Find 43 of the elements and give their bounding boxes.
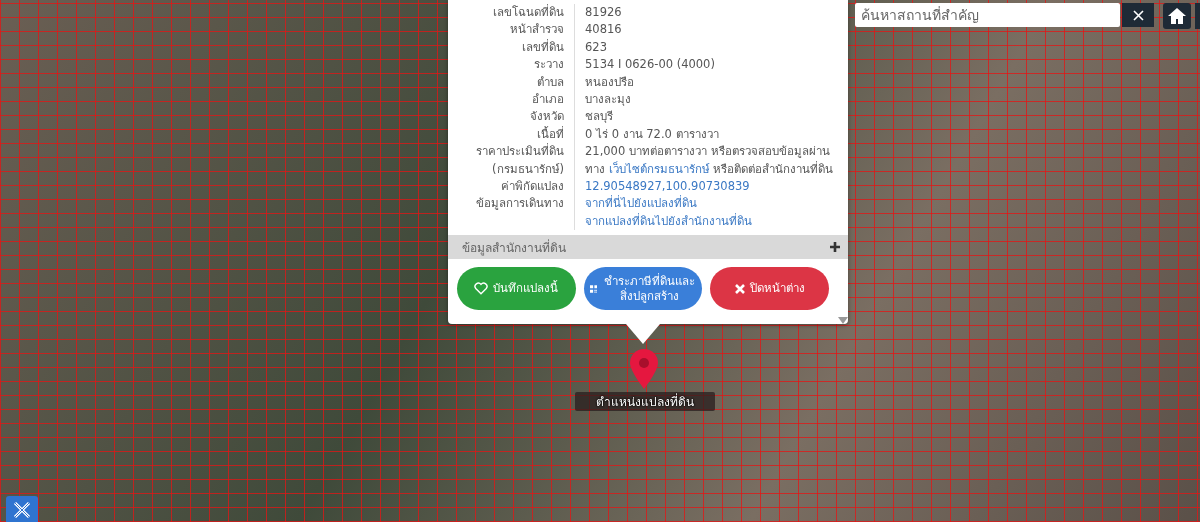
search-field[interactable]: ค้นหาสถานที่สำคัญ [855, 3, 1120, 27]
field-value: 21,000 บาทต่อตารางวา หรือตรวจสอบข้อมูลผ่าน ทาง เว็บไซต์กรมธนารักษ์ หรือติดต่อสำนักงานที่ดิน [585, 143, 835, 178]
heart-icon [474, 282, 489, 296]
close-icon [1132, 9, 1144, 21]
field-label: หน้าสำรวจ [448, 21, 575, 39]
map-tile[interactable] [0, 0, 1200, 522]
info-link[interactable]: 12.90548927,100.90730839 [585, 178, 842, 196]
field-label: เลขโฉนดที่ดิน [448, 4, 575, 22]
qr-code-icon [589, 282, 598, 295]
measure-tool-button[interactable] [6, 496, 38, 522]
scroll-down-icon[interactable] [838, 317, 848, 324]
info-link[interactable]: จากที่นี่ไปยังแปลงที่ดิน [585, 195, 842, 213]
field-value: บางละมุง [585, 91, 632, 109]
field-label: เนื้อที่ [448, 125, 575, 144]
field-label: ค่าพิกัดแปลง [448, 178, 575, 196]
pay-button[interactable]: ชำระภาษีที่ดินและสิ่งปลูกสร้าง [583, 267, 703, 311]
close-button[interactable]: ปิดหน้าต่าง [710, 267, 829, 311]
home-button[interactable] [1163, 3, 1191, 29]
field-value: 5134 I 0626-00 (4000) [585, 56, 716, 74]
field-label: อำเภอ [448, 91, 575, 109]
field-value: 40816 [585, 21, 623, 39]
section-title: ข้อมูลสำนักงานที่ดิน [462, 238, 566, 257]
field-label: เลขที่ดิน [448, 38, 575, 57]
home-icon [1168, 7, 1186, 25]
field-label: ระวาง [448, 56, 575, 74]
field-label: จังหวัด [448, 108, 575, 126]
section-header[interactable]: ข้อมูลสำนักงานที่ดิน [448, 235, 848, 260]
field-label: ข้อมูลการเดินทาง [448, 195, 575, 231]
info-link[interactable]: เว็บไซต์กรมธนารักษ์ [608, 161, 710, 176]
close-icon [734, 283, 745, 294]
plus-icon [830, 242, 840, 253]
field-label: ราคาประเมินที่ดิน (กรมธนารักษ์) [448, 143, 575, 179]
field-value: ชลบุรี [585, 108, 614, 126]
field-value: 81926 [585, 4, 623, 21]
marker-label: ตำแหน่งแปลงที่ดิน [575, 392, 715, 411]
info-link[interactable]: จากแปลงที่ดินไปยังสำนักงานที่ดิน [585, 212, 842, 231]
clear-search-button[interactable] [1122, 3, 1154, 27]
field-value: 0 ไร่ 0 งาน 72.0 ตารางวา [585, 125, 720, 143]
field-label: ตำบล [448, 73, 575, 92]
field-value: 623 [585, 38, 608, 56]
field-value: หนองปรือ [585, 73, 635, 91]
save-button[interactable]: บันทึกแปลงนี้ [457, 267, 576, 311]
popup-pointer [626, 324, 660, 344]
